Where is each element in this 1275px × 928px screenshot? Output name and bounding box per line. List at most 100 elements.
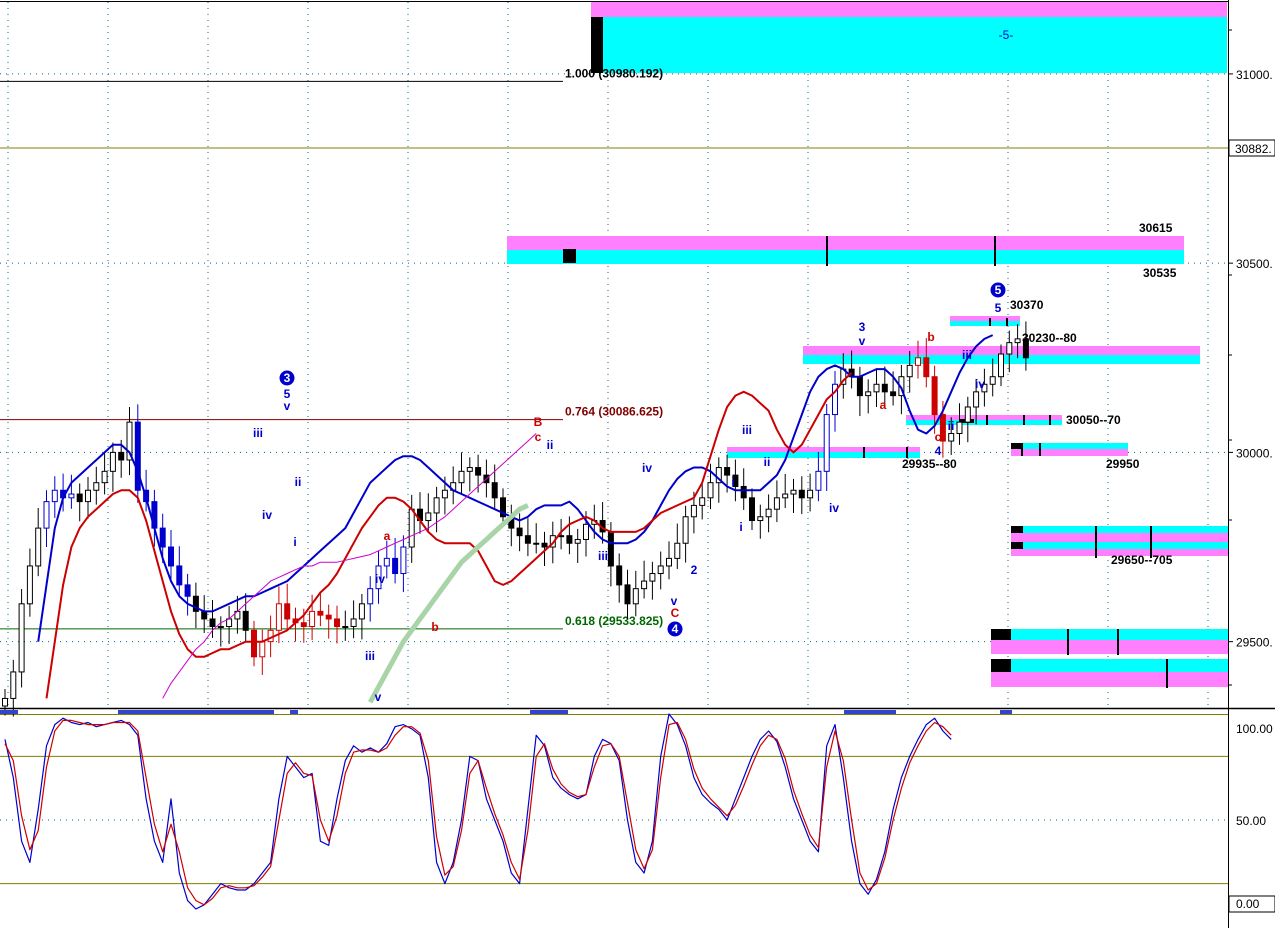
wave-label: 5 [995,283,1002,297]
candle-body [757,516,764,522]
wave-label: v [284,399,291,413]
candle-body [168,546,174,567]
candle-body [740,485,747,499]
candle-body [466,467,473,472]
candle-body [906,364,913,378]
wave-label: C [671,606,680,620]
candle-body [724,467,731,476]
candle-body [101,470,108,484]
candle-body [649,573,656,582]
target-zone [991,629,1228,640]
zone-label: 30615 [1139,221,1173,235]
candle-body [699,497,706,506]
candle-body [674,542,681,559]
candle-body [68,493,75,499]
candle-body [815,470,822,491]
target-zone [991,640,1228,654]
candle-body [35,527,42,567]
zone-marker [1011,526,1023,533]
target-zone [507,250,1184,264]
candle-body [433,497,440,514]
candle-body [1014,338,1021,344]
wave-label: iv [642,461,652,475]
candle-body [823,414,830,472]
candle-body [1006,342,1013,355]
candle-body [392,557,399,575]
zone-marker [991,629,1011,640]
wave-label: a [384,529,391,543]
y-tick-label: 30500. [1236,257,1273,271]
time-marker [118,710,274,714]
target-zone [507,236,1184,250]
candle-body [2,697,8,707]
candle-body [583,523,589,540]
zone-label: 29650--705 [1111,553,1173,567]
candle-body [624,584,631,605]
candle-body [441,489,448,499]
zone-label: 30050--70 [1066,413,1121,427]
candle-body [690,504,697,518]
candle-body [682,516,689,544]
candle-body [350,618,357,628]
candle-body [383,557,390,567]
candle-body [118,451,125,461]
candle-body [201,610,208,620]
zone-label: 30230--80 [1022,331,1077,345]
candle-body [964,406,971,423]
candle-body [707,482,714,499]
candle-body [931,376,938,416]
candle-body [491,482,498,499]
zone-label: 30535 [1143,266,1177,280]
target-zone [1011,542,1228,549]
candle-body [18,603,25,673]
candle-body [51,489,58,503]
candle-body [765,508,772,518]
wave-label: i [739,520,742,534]
wave-label: 5 [995,301,1002,315]
candle-body [657,565,664,575]
candle-body [616,565,623,586]
wave-label: iv [262,508,272,522]
candle-body [865,391,872,397]
time-marker [844,710,896,714]
wave-label: 2 [691,563,698,577]
wave-label: iv [975,377,985,391]
candle-body [956,421,963,434]
candle-body [300,622,307,628]
candle-body [209,618,216,628]
chart: 1.000 (30980.192) 0.764 (30086.625) 0.618 … [0,0,1275,928]
wave-label: b [431,620,438,634]
wave-label: v [859,334,866,348]
wave-label: 4 [935,444,942,458]
candle-body [309,610,316,628]
candle-body [807,489,814,499]
time-marker [1000,710,1012,714]
wave-label: ii [948,419,955,433]
candle-body [317,610,324,616]
target-zone [727,447,920,452]
osc-tick-label: 0.00 [1236,897,1260,911]
chart-background [0,0,1275,928]
y-tick-label: 29500. [1236,636,1273,650]
wave-label: iii [365,649,375,663]
candle-body [267,629,274,643]
candle-body [873,383,880,393]
fib-label: 0.764 (30086.625) [565,405,663,419]
target-zone [1011,449,1128,456]
target-zone [950,316,1020,321]
target-zone [906,420,1062,425]
candle-body [251,629,257,658]
zone-label: 29950 [1106,457,1140,471]
target-zone [591,17,1227,73]
wave-label: iii [253,426,263,440]
candle-body [881,383,888,393]
time-marker [0,710,18,714]
wave-label: ii [764,455,771,469]
target-zone [1011,533,1228,542]
candle-body [856,376,863,397]
candle-body [798,489,805,499]
candle-body [275,603,282,631]
candle-body [334,618,340,628]
zone-marker [1011,542,1023,549]
wave-label: iii [598,549,608,563]
